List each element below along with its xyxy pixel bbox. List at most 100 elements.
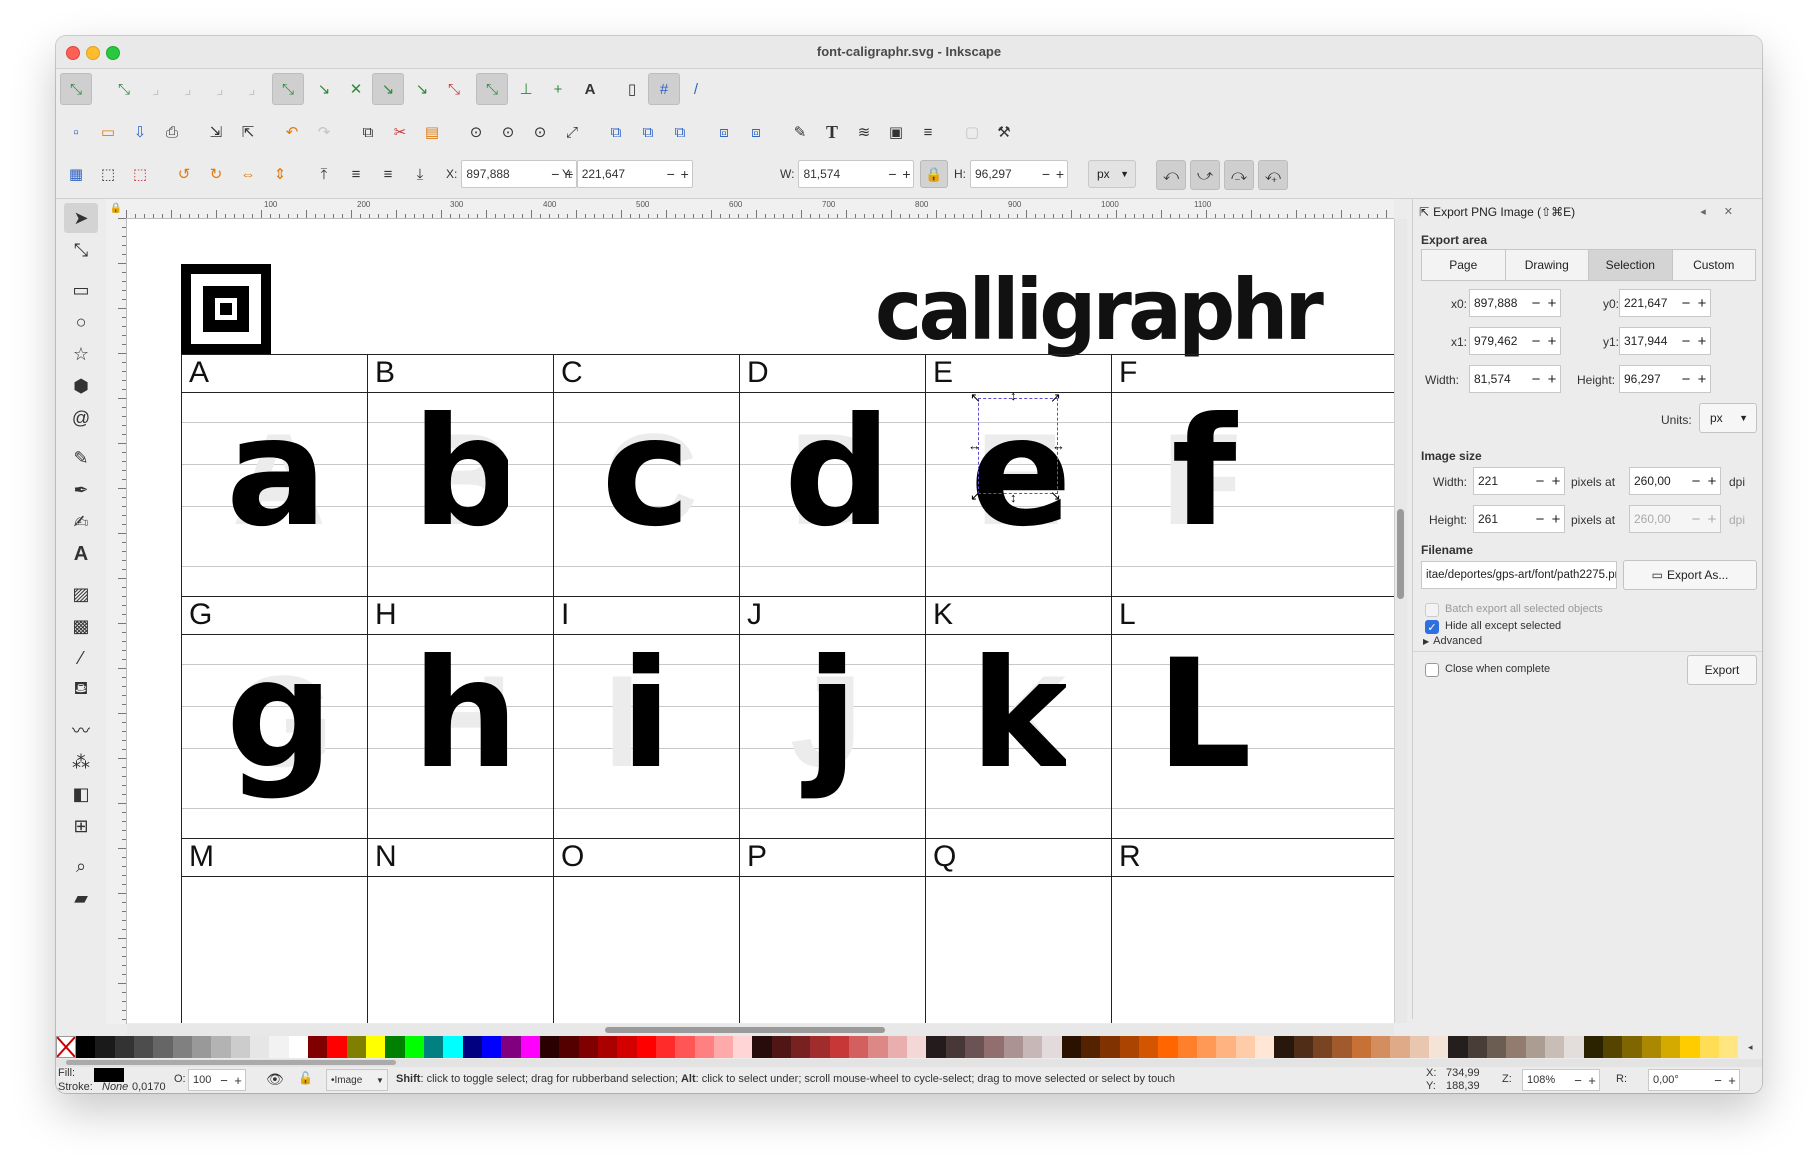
- w-value[interactable]: 81,574: [799, 167, 885, 181]
- deselect-icon[interactable]: ⬚: [124, 158, 156, 190]
- color-swatch[interactable]: [1699, 1036, 1719, 1058]
- color-swatch[interactable]: [1274, 1036, 1294, 1058]
- resize-handle-icon[interactable]: ↕: [1010, 388, 1017, 403]
- color-swatch[interactable]: [810, 1036, 830, 1058]
- color-swatch[interactable]: [76, 1036, 96, 1058]
- color-swatch[interactable]: [1718, 1036, 1739, 1058]
- x1-plus-icon[interactable]: +: [1544, 333, 1560, 350]
- color-swatch[interactable]: [1370, 1036, 1391, 1058]
- color-swatch[interactable]: [829, 1036, 850, 1058]
- color-swatch[interactable]: [1602, 1036, 1623, 1058]
- color-swatch[interactable]: [1235, 1036, 1256, 1058]
- x-value[interactable]: 897,888: [462, 167, 548, 181]
- stroke-width[interactable]: 0,0170: [132, 1081, 166, 1093]
- img-height-value[interactable]: 261: [1474, 512, 1532, 526]
- color-swatch[interactable]: [965, 1036, 985, 1058]
- area-width-plus-icon[interactable]: +: [1544, 371, 1560, 388]
- select-all-layers-icon[interactable]: ⬚: [92, 158, 124, 190]
- import-icon[interactable]: ⇲: [200, 116, 232, 148]
- color-swatch[interactable]: [1313, 1036, 1333, 1058]
- color-swatch[interactable]: [1448, 1036, 1468, 1058]
- 3d-box-tool-icon[interactable]: ⬢: [64, 371, 98, 401]
- color-swatch[interactable]: [346, 1036, 366, 1058]
- color-swatch[interactable]: [288, 1036, 308, 1058]
- color-swatch[interactable]: [423, 1036, 444, 1058]
- color-swatch[interactable]: [1216, 1036, 1236, 1058]
- raise-icon[interactable]: ≡: [340, 158, 372, 190]
- resize-handle-icon[interactable]: ↖: [970, 390, 981, 406]
- move-gradients-icon[interactable]: ⤼: [1224, 160, 1254, 190]
- color-swatch[interactable]: [1680, 1036, 1700, 1058]
- rotation-minus-icon[interactable]: −: [1711, 1073, 1725, 1088]
- color-swatch[interactable]: [945, 1036, 966, 1058]
- move-patterns-icon[interactable]: ⤽: [1258, 160, 1288, 190]
- color-swatch[interactable]: [1660, 1036, 1681, 1058]
- panel-collapse-icon[interactable]: ◂: [1700, 206, 1724, 218]
- panel-close-icon[interactable]: ✕: [1724, 206, 1751, 218]
- dpi-value[interactable]: 260,00: [1630, 474, 1688, 488]
- vertical-ruler[interactable]: [106, 218, 127, 1024]
- color-swatch[interactable]: [1390, 1036, 1410, 1058]
- img-height-plus-icon[interactable]: +: [1548, 511, 1564, 528]
- zoom-selection-icon[interactable]: ⊙: [460, 116, 492, 148]
- x-spinbox[interactable]: X: 897,888− +: [446, 160, 578, 188]
- filename-value[interactable]: itae/deportes/gps-art/font/path2275.png: [1422, 569, 1616, 581]
- color-swatch[interactable]: [1100, 1036, 1120, 1058]
- h-minus-icon[interactable]: −: [1039, 166, 1053, 182]
- color-swatch[interactable]: [1622, 1036, 1642, 1058]
- x1-value[interactable]: 979,462: [1470, 334, 1528, 348]
- zoom-drawing-icon[interactable]: ⊙: [492, 116, 524, 148]
- lower-to-bottom-icon[interactable]: ⤓: [404, 158, 436, 190]
- export-button[interactable]: Export: [1687, 655, 1757, 685]
- close-when-complete-checkbox[interactable]: [1425, 663, 1439, 677]
- group-icon[interactable]: ⧈: [708, 116, 740, 148]
- layer-select[interactable]: •Image ▼: [326, 1069, 388, 1091]
- color-swatch[interactable]: [578, 1036, 598, 1058]
- toggle-lock-icon[interactable]: 🔓: [298, 1071, 313, 1085]
- palette-scrollbar[interactable]: [56, 1059, 1762, 1067]
- area-height-minus-icon[interactable]: −: [1678, 371, 1694, 388]
- x0-minus-icon[interactable]: −: [1528, 295, 1544, 312]
- y0-field[interactable]: 221,647− +: [1619, 289, 1711, 317]
- color-swatch[interactable]: [1061, 1036, 1082, 1058]
- ungroup-icon[interactable]: ⧈: [740, 116, 772, 148]
- x1-minus-icon[interactable]: −: [1528, 333, 1544, 350]
- color-swatch[interactable]: [733, 1036, 753, 1058]
- zoom-page-icon[interactable]: ⊙: [524, 116, 556, 148]
- y1-field[interactable]: 317,944− +: [1619, 327, 1711, 355]
- y0-value[interactable]: 221,647: [1620, 296, 1678, 310]
- color-swatch[interactable]: [1506, 1036, 1526, 1058]
- drawing-canvas[interactable]: calligraphr ABCDEFGHIJKLMNOPQRAaBbCcDdEe…: [127, 219, 1394, 1023]
- no-paint-swatch[interactable]: [56, 1036, 76, 1058]
- x0-field[interactable]: 897,888− +: [1469, 289, 1561, 317]
- open-icon[interactable]: ▭: [92, 116, 124, 148]
- color-swatch[interactable]: [539, 1036, 560, 1058]
- h-value[interactable]: 96,297: [971, 167, 1039, 181]
- rotation-value[interactable]: 0,00°: [1649, 1074, 1711, 1086]
- advanced-expander[interactable]: ▶ Advanced: [1423, 635, 1482, 647]
- palette-menu-icon[interactable]: ◂: [1738, 1036, 1762, 1058]
- color-swatch[interactable]: [1042, 1036, 1062, 1058]
- toggle-visibility-icon[interactable]: 👁: [266, 1071, 284, 1088]
- color-swatch[interactable]: [307, 1036, 328, 1058]
- color-swatch[interactable]: [984, 1036, 1004, 1058]
- color-swatch[interactable]: [926, 1036, 946, 1058]
- color-swatch[interactable]: [365, 1036, 386, 1058]
- star-tool-icon[interactable]: ☆: [64, 339, 98, 369]
- zoom-tool-icon[interactable]: ⌕: [64, 851, 98, 881]
- color-swatch[interactable]: [713, 1036, 734, 1058]
- text-font-icon[interactable]: T: [816, 116, 848, 148]
- snap-page-border-icon[interactable]: ▯: [616, 73, 648, 105]
- color-swatch[interactable]: [249, 1036, 270, 1058]
- color-swatch[interactable]: [868, 1036, 888, 1058]
- spray-tool-icon[interactable]: ⁂: [64, 747, 98, 777]
- tweak-tool-icon[interactable]: 〰: [64, 715, 98, 745]
- x0-value[interactable]: 897,888: [1470, 296, 1528, 310]
- export-as-button[interactable]: ▭ Export As...: [1623, 560, 1757, 590]
- color-swatch[interactable]: [1409, 1036, 1429, 1058]
- area-width-value[interactable]: 81,574: [1470, 372, 1528, 386]
- color-swatch[interactable]: [462, 1036, 482, 1058]
- fill-swatch[interactable]: [94, 1068, 124, 1082]
- color-swatch[interactable]: [443, 1036, 463, 1058]
- color-swatch[interactable]: [1564, 1036, 1584, 1058]
